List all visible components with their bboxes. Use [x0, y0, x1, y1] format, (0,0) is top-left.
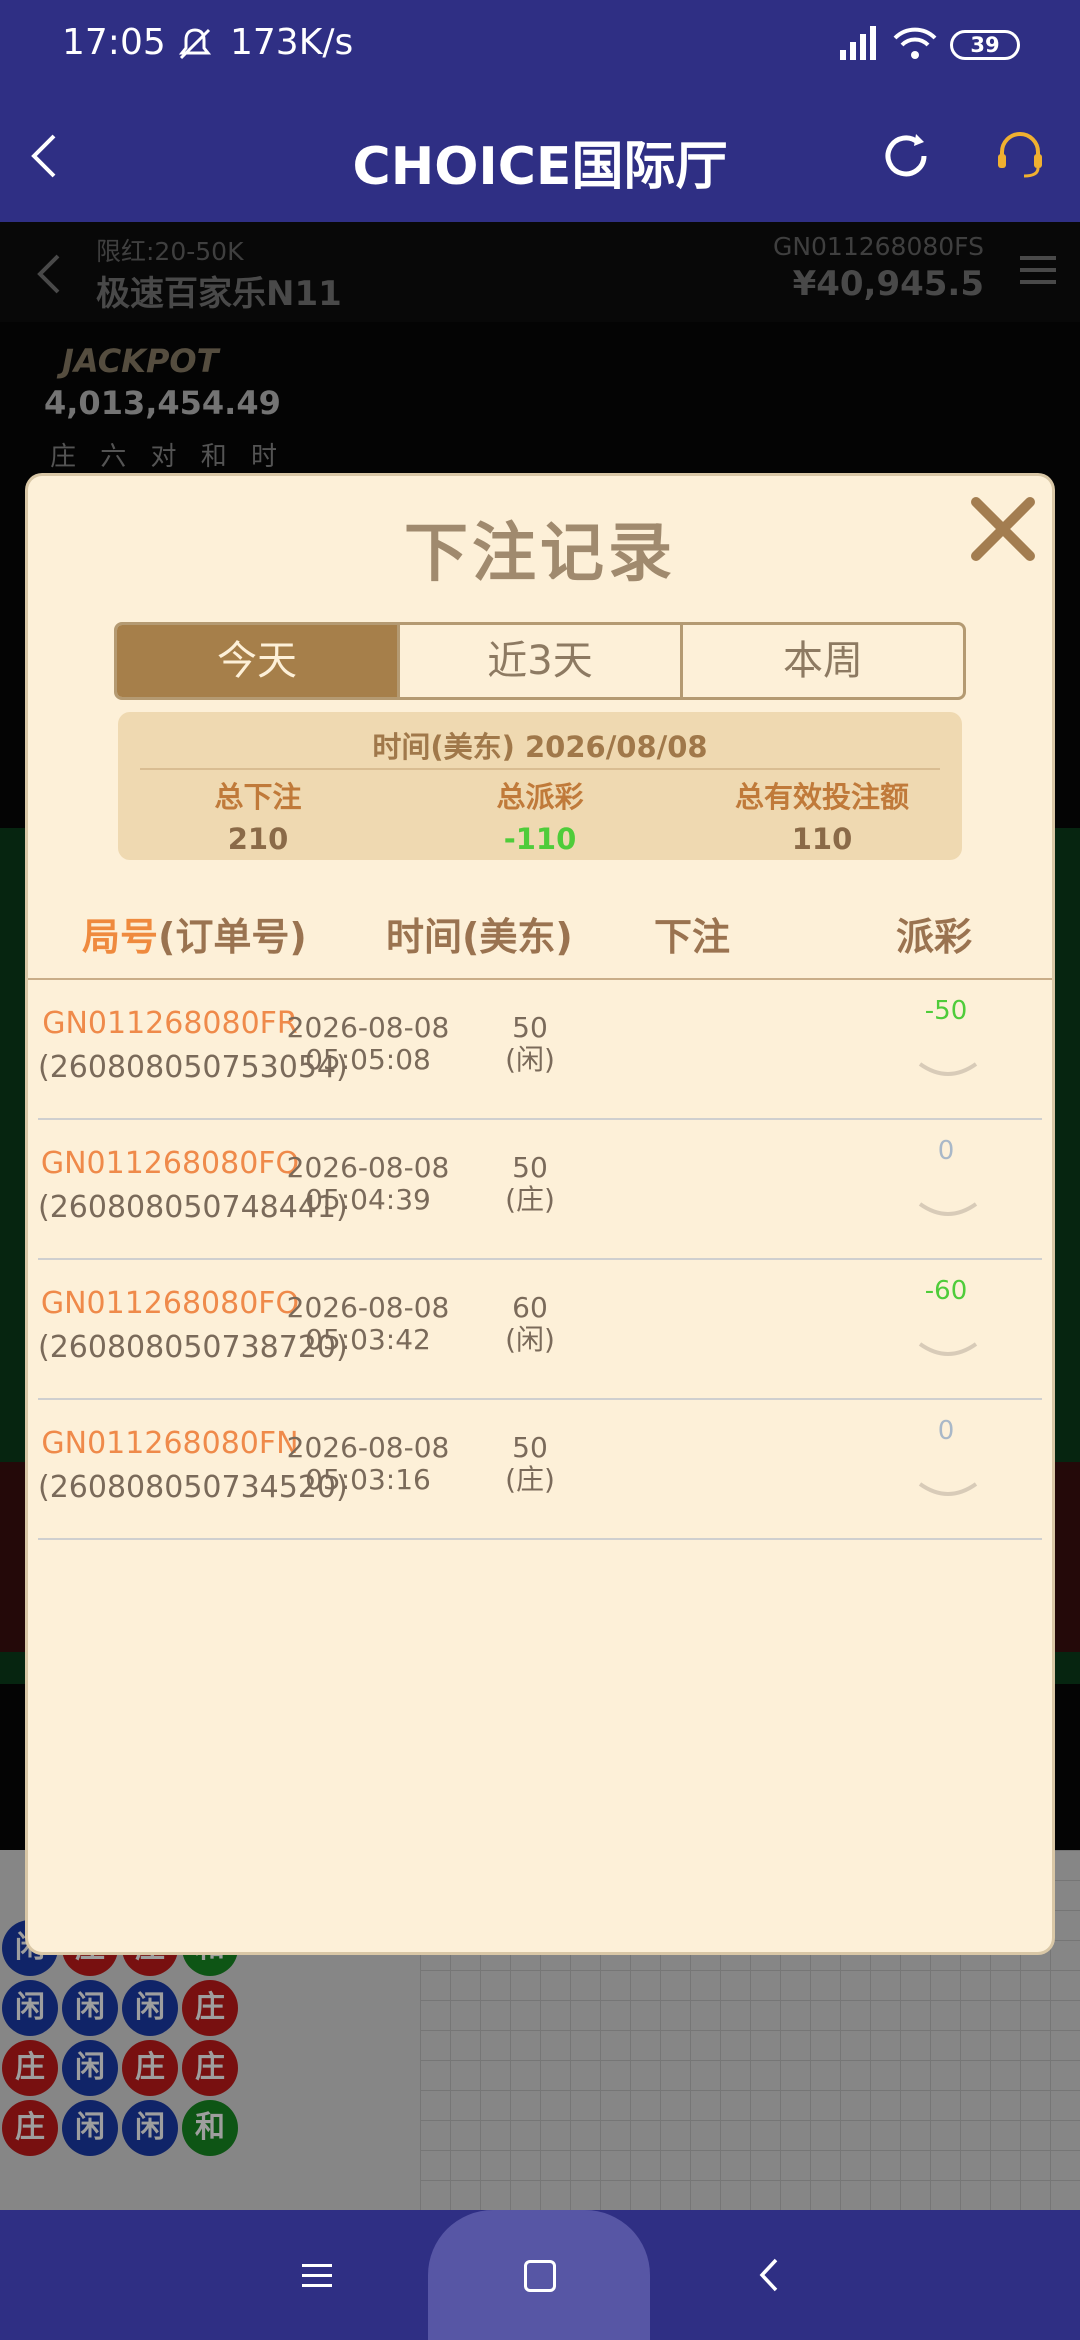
bet-side: (庄) — [505, 1183, 555, 1216]
table-header: 局号(订单号) 时间(美东) 下注 派彩 — [28, 906, 1052, 966]
header-payout: 派彩 — [896, 915, 973, 959]
refresh-icon[interactable] — [876, 126, 936, 186]
bet-amount: 50 — [512, 1151, 548, 1184]
total-payout-label: 总派彩 — [496, 780, 584, 814]
tab-last-3-days[interactable]: 近3天 — [400, 625, 683, 697]
network-speed: 173K/s — [230, 22, 354, 63]
bet-cell: 50 (闲) — [430, 1012, 630, 1076]
system-back-icon[interactable] — [756, 2256, 780, 2294]
bet-cell: 60 (闲) — [430, 1292, 630, 1356]
total-valid-value: 110 — [791, 822, 853, 856]
chevron-down-icon[interactable] — [916, 1060, 980, 1084]
system-navigation-bar — [0, 2210, 1080, 2340]
tab-today[interactable]: 今天 — [117, 625, 400, 697]
battery-icon: 39 — [950, 30, 1020, 60]
signal-icon — [840, 26, 876, 60]
bet-side: (闲) — [505, 1043, 555, 1076]
bet-amount: 50 — [512, 1011, 548, 1044]
summary-date: 时间(美东) 2026/08/08 — [372, 730, 708, 764]
total-payout-column: 总派彩 -110 — [400, 774, 680, 856]
table-row[interactable]: GN011268080FO (260808050738720) 2026-08-… — [38, 1260, 1042, 1400]
clock: 17:05 — [62, 22, 166, 63]
header-round-suffix: (订单号) — [158, 915, 307, 959]
total-valid-label: 总有效投注额 — [734, 780, 909, 814]
top-nav-bar: CHOICE国际厅 — [0, 90, 1080, 222]
bet-side: (闲) — [505, 1323, 555, 1356]
bell-muted-icon — [178, 28, 212, 60]
wifi-icon — [893, 27, 937, 59]
payout-value: -50 — [924, 996, 968, 1026]
home-icon[interactable] — [524, 2260, 556, 2292]
tab-this-week[interactable]: 本周 — [683, 625, 963, 697]
header-round-prefix: 局号 — [82, 915, 159, 959]
bet-cell: 50 (庄) — [430, 1432, 630, 1496]
table-row[interactable]: GN011268080FN (260808050734520) 2026-08-… — [38, 1400, 1042, 1540]
date-range-tabs: 今天 近3天 本周 — [114, 622, 966, 700]
dialog-title: 下注记录 — [404, 517, 676, 591]
status-bar: 17:05 173K/s 39 — [0, 0, 1080, 90]
total-bet-column: 总下注 210 — [118, 774, 398, 856]
recent-apps-icon[interactable] — [300, 2260, 334, 2290]
payout-value: -60 — [924, 1276, 968, 1306]
table-row[interactable]: GN011268080FR (260808050753054) 2026-08-… — [38, 980, 1042, 1120]
total-bet-value: 210 — [227, 822, 289, 856]
total-bet-label: 总下注 — [214, 780, 302, 814]
header-bet: 下注 — [654, 915, 731, 959]
header-round: 局号(订单号) — [82, 906, 307, 961]
customer-service-icon[interactable] — [990, 126, 1050, 186]
bet-side: (庄) — [505, 1463, 555, 1496]
summary-panel: 时间(美东) 2026/08/08 总下注 210 总派彩 -110 总有效投注… — [118, 712, 962, 860]
chevron-down-icon[interactable] — [916, 1200, 980, 1224]
total-payout-value: -110 — [503, 822, 577, 856]
header-time: 时间(美东) — [386, 915, 573, 959]
table-row[interactable]: GN011268080FQ (260808050748441) 2026-08-… — [38, 1120, 1042, 1260]
summary-divider — [140, 768, 940, 770]
bet-amount: 60 — [512, 1291, 548, 1324]
bet-record-dialog: 下注记录 今天 近3天 本周 时间(美东) 2026/08/08 总下注 210… — [28, 476, 1052, 1952]
total-valid-column: 总有效投注额 110 — [682, 774, 962, 856]
bet-amount: 50 — [512, 1431, 548, 1464]
payout-value: 0 — [937, 1136, 955, 1166]
bet-cell: 50 (庄) — [430, 1152, 630, 1216]
close-icon[interactable] — [966, 492, 1040, 566]
chevron-down-icon[interactable] — [916, 1480, 980, 1504]
payout-value: 0 — [937, 1416, 955, 1446]
chevron-down-icon[interactable] — [916, 1340, 980, 1364]
